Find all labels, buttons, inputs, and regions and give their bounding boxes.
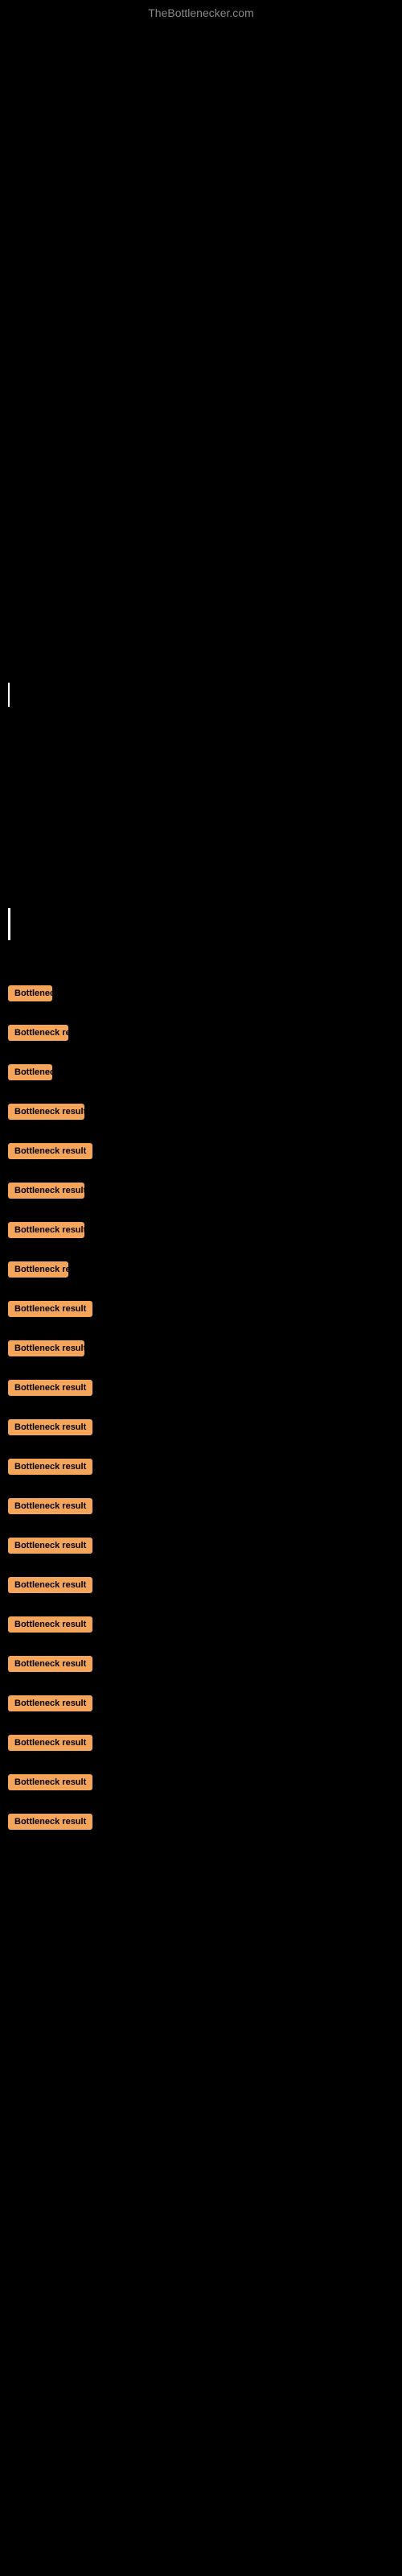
result-row: Bottleneck result	[4, 1018, 398, 1051]
bottleneck-badge-13[interactable]: Bottleneck result	[8, 1459, 92, 1475]
bottleneck-badge-2[interactable]: Bottleneck result	[8, 1025, 68, 1041]
result-row: Bottleneck result	[4, 1649, 398, 1682]
result-row: Bottleneck result	[4, 1413, 398, 1446]
secondary-content-area	[0, 723, 402, 884]
bottleneck-badge-6[interactable]: Bottleneck result	[8, 1183, 84, 1199]
bottleneck-badge-19[interactable]: Bottleneck result	[8, 1695, 92, 1711]
result-row: Bottleneck result	[4, 1571, 398, 1604]
result-row: Bottleneck result	[4, 1176, 398, 1209]
result-row: Bottleneck result	[4, 1255, 398, 1288]
bottleneck-badge-14[interactable]: Bottleneck result	[8, 1498, 92, 1514]
large-cursor-bar	[8, 908, 10, 940]
result-row: Bottleneck result	[4, 1689, 398, 1722]
result-row: Bottleneck result	[4, 1334, 398, 1367]
bottleneck-badge-10[interactable]: Bottleneck result	[8, 1340, 84, 1356]
bottleneck-badge-15[interactable]: Bottleneck result	[8, 1538, 92, 1554]
results-section: Bottleneck result Bottleneck result Bottle…	[0, 964, 402, 1855]
bottleneck-badge-4[interactable]: Bottleneck result	[8, 1104, 84, 1120]
result-row: Bottleneck result	[4, 1492, 398, 1525]
result-row: Bottleneck result	[4, 1216, 398, 1249]
bottleneck-badge-5[interactable]: Bottleneck result	[8, 1143, 92, 1159]
result-row: Bottleneck result	[4, 1452, 398, 1485]
bottleneck-badge-16[interactable]: Bottleneck result	[8, 1577, 92, 1593]
bottleneck-badge-22[interactable]: Bottleneck result	[8, 1814, 92, 1830]
result-row: Bottleneck result	[4, 979, 398, 1012]
site-title: TheBottlenecker.com	[0, 0, 402, 23]
bottleneck-badge-18[interactable]: Bottleneck result	[8, 1656, 92, 1672]
result-row: Bottleneck result	[4, 1768, 398, 1801]
bottleneck-badge-9[interactable]: Bottleneck result	[8, 1301, 92, 1317]
bottleneck-badge-20[interactable]: Bottleneck result	[8, 1735, 92, 1751]
bottleneck-badge-8[interactable]: Bottleneck result	[8, 1261, 68, 1278]
result-row: Bottleneck result	[4, 1058, 398, 1091]
result-row: Bottleneck result	[4, 1097, 398, 1130]
bottleneck-badge-1[interactable]: Bottleneck result	[8, 985, 52, 1001]
result-row: Bottleneck result	[4, 1728, 398, 1761]
result-row: Bottleneck result	[4, 1531, 398, 1564]
result-row: Bottleneck result	[4, 1373, 398, 1406]
result-row: Bottleneck result	[4, 1137, 398, 1170]
cursor-bar	[8, 683, 10, 707]
bottleneck-badge-21[interactable]: Bottleneck result	[8, 1774, 92, 1790]
bottleneck-badge-12[interactable]: Bottleneck result	[8, 1419, 92, 1435]
result-row: Bottleneck result	[4, 1294, 398, 1327]
bottleneck-badge-11[interactable]: Bottleneck result	[8, 1380, 92, 1396]
main-content-area	[0, 23, 402, 667]
result-row: Bottleneck result	[4, 1610, 398, 1643]
bottleneck-badge-3[interactable]: Bottleneck result	[8, 1064, 52, 1080]
bottleneck-badge-7[interactable]: Bottleneck result	[8, 1222, 84, 1238]
result-row: Bottleneck result	[4, 1807, 398, 1840]
bottleneck-badge-17[interactable]: Bottleneck result	[8, 1616, 92, 1633]
